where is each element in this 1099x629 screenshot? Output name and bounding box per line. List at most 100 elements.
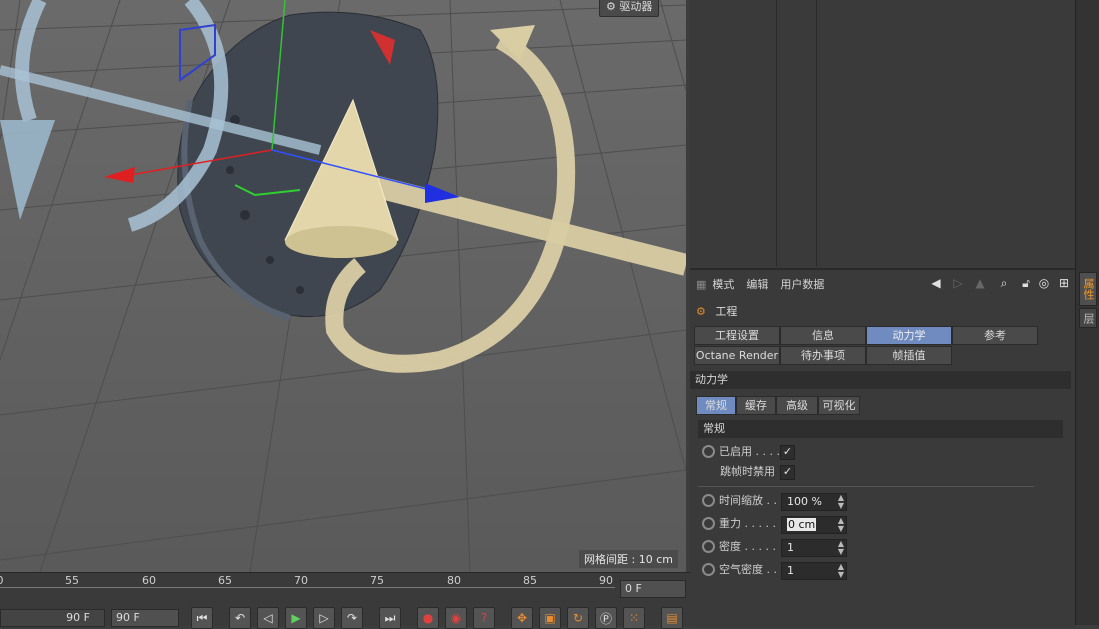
tab-frame-interpolation[interactable]: 帧插值 bbox=[866, 346, 952, 365]
prop-skip-disable: 跳帧时禁用 bbox=[720, 462, 775, 482]
next-key-icon: ↷ bbox=[346, 611, 358, 625]
tick-label: 85 bbox=[523, 574, 537, 587]
timeline-window-button[interactable]: ▤ bbox=[661, 607, 683, 629]
lock-icon[interactable]: 🔓︎ bbox=[1018, 275, 1034, 291]
param-key-button[interactable]: Ⓟ bbox=[595, 607, 617, 629]
search-icon[interactable]: ⌕ bbox=[996, 275, 1012, 291]
time-scale-label: 时间缩放 . . bbox=[719, 494, 777, 507]
subtab-general[interactable]: 常规 bbox=[696, 396, 736, 415]
stepper-icon[interactable]: ▲ ▼ bbox=[838, 517, 844, 533]
tab-reference[interactable]: 参考 bbox=[952, 326, 1038, 345]
tick-label: 75 bbox=[370, 574, 384, 587]
air-density-field[interactable]: 1 ▲ ▼ bbox=[781, 562, 847, 580]
animation-radio-icon[interactable] bbox=[702, 516, 715, 530]
tick-label: 65 bbox=[218, 574, 232, 587]
tab-dynamics[interactable]: 动力学 bbox=[866, 326, 952, 345]
project-icon: ⚙ bbox=[696, 305, 706, 318]
skip-end-icon: ⏭ bbox=[384, 610, 396, 625]
tick-label: 90 bbox=[599, 574, 613, 587]
autokey-button[interactable]: ◉ bbox=[445, 607, 467, 629]
viewport-scene bbox=[0, 0, 686, 572]
rotate-key-button[interactable]: ↻ bbox=[567, 607, 589, 629]
range-start-field[interactable]: 90 F bbox=[0, 609, 105, 627]
grid-spacing-label: 网格间距 : 10 cm bbox=[579, 550, 678, 568]
go-to-end-button[interactable]: ⏭ bbox=[379, 607, 401, 629]
subtab-cache[interactable]: 缓存 bbox=[736, 396, 776, 415]
record-button[interactable]: ● bbox=[417, 607, 439, 629]
dots-grid-icon: ⁙ bbox=[628, 611, 640, 625]
subtab-advanced[interactable]: 高级 bbox=[776, 396, 818, 415]
3d-viewport[interactable]: ⚙ 驱动器 网格间距 : 10 cm bbox=[0, 0, 686, 572]
record-key-icon: ● bbox=[422, 611, 434, 625]
stepper-icon[interactable]: ▲ ▼ bbox=[838, 494, 844, 510]
enabled-checkbox[interactable]: ✓ bbox=[780, 445, 795, 460]
timeline-ruler bbox=[0, 587, 615, 588]
autokey-icon: ◉ bbox=[450, 611, 462, 625]
parameter-icon: Ⓟ bbox=[599, 611, 612, 626]
object-title: 工程 bbox=[715, 305, 738, 318]
tab-info[interactable]: 信息 bbox=[780, 326, 866, 345]
tick-label: 55 bbox=[65, 574, 79, 587]
tick-label: 0 bbox=[0, 574, 4, 587]
subtab-visualize[interactable]: 可视化 bbox=[818, 396, 860, 415]
animation-radio-icon[interactable] bbox=[702, 493, 715, 507]
animation-radio-icon[interactable] bbox=[702, 539, 715, 553]
stepper-icon[interactable]: ▲ ▼ bbox=[838, 563, 844, 579]
next-frame-icon: ▷ bbox=[319, 611, 329, 625]
column-divider bbox=[816, 0, 817, 266]
object-header: ⚙ 工程 bbox=[696, 303, 737, 321]
prop-density: 密度 . . . . . bbox=[702, 537, 776, 557]
skip-disable-checkbox[interactable]: ✓ bbox=[780, 465, 795, 480]
scale-key-button[interactable]: ▣ bbox=[539, 607, 561, 629]
forward-arrow-icon[interactable]: ▷ bbox=[950, 275, 966, 291]
menu-user-data[interactable]: 用户数据 bbox=[780, 276, 824, 292]
move-key-button[interactable]: ✥ bbox=[511, 607, 533, 629]
target-icon[interactable]: ◎ bbox=[1036, 275, 1052, 291]
density-field[interactable]: 1 ▲ ▼ bbox=[781, 539, 847, 557]
animation-radio-icon[interactable] bbox=[702, 444, 715, 458]
divider bbox=[698, 486, 1034, 487]
timeline[interactable]: 0 55 60 65 70 75 80 85 90 0 F 90 F 90 F … bbox=[0, 572, 690, 629]
gear-icon: ⚙ bbox=[606, 0, 616, 13]
prev-key-button[interactable]: ↶ bbox=[229, 607, 251, 629]
menu-mode[interactable]: 模式 bbox=[712, 276, 734, 292]
tick-label: 70 bbox=[294, 574, 308, 587]
prev-key-icon: ↶ bbox=[234, 611, 246, 625]
animation-radio-icon[interactable] bbox=[702, 562, 715, 576]
current-frame-field[interactable]: 0 F bbox=[620, 580, 686, 598]
gravity-label: 重力 . . . . . bbox=[719, 517, 776, 530]
gravity-field[interactable]: 0 cm ▲ ▼ bbox=[781, 516, 847, 534]
film-icon: ▤ bbox=[666, 611, 678, 625]
go-to-start-button[interactable]: ⏮ bbox=[191, 607, 213, 629]
up-arrow-icon[interactable]: ▲ bbox=[972, 275, 988, 291]
time-scale-field[interactable]: 100 % ▲ ▼ bbox=[781, 493, 847, 511]
keyframe-selection-button[interactable]: ? bbox=[473, 607, 495, 629]
side-tab-attributes[interactable]: 属性 bbox=[1079, 272, 1097, 306]
grip-icon: ▦ bbox=[696, 277, 707, 291]
attribute-manager-panel[interactable]: ▦ 模式 编辑 用户数据 ◀ ▷ ▲ ⌕ 🔓︎ ◎ ⊞ ⚙ 工程 工程设置 信息… bbox=[690, 268, 1075, 627]
move-icon: ✥ bbox=[516, 611, 528, 625]
question-icon: ? bbox=[480, 611, 488, 625]
back-arrow-icon[interactable]: ◀ bbox=[928, 275, 944, 291]
next-frame-button[interactable]: ▷ bbox=[313, 607, 335, 629]
driver-tag[interactable]: ⚙ 驱动器 bbox=[599, 0, 660, 17]
side-tab-layers[interactable]: 层 bbox=[1079, 308, 1097, 328]
point-level-button[interactable]: ⁙ bbox=[623, 607, 645, 629]
play-icon: ▶ bbox=[291, 611, 301, 625]
next-key-button[interactable]: ↷ bbox=[341, 607, 363, 629]
play-button[interactable]: ▶ bbox=[285, 607, 307, 629]
prev-frame-button[interactable]: ◁ bbox=[257, 607, 279, 629]
skip-disable-label: 跳帧时禁用 bbox=[720, 465, 775, 478]
range-end-field[interactable]: 90 F bbox=[111, 609, 179, 627]
object-manager-panel[interactable] bbox=[690, 0, 1075, 268]
prop-air-density: 空气密度 . . bbox=[702, 560, 777, 580]
tab-octane-render[interactable]: Octane Render bbox=[694, 346, 780, 365]
tab-project-settings[interactable]: 工程设置 bbox=[694, 326, 780, 345]
menu-edit[interactable]: 编辑 bbox=[746, 276, 768, 292]
tab-todo[interactable]: 待办事项 bbox=[780, 346, 866, 365]
stepper-icon[interactable]: ▲ ▼ bbox=[838, 540, 844, 556]
section-dynamics: 动力学 bbox=[690, 371, 1071, 389]
new-panel-icon[interactable]: ⊞ bbox=[1056, 275, 1072, 291]
skip-start-icon: ⏮ bbox=[196, 610, 208, 625]
tick-label: 80 bbox=[447, 574, 461, 587]
